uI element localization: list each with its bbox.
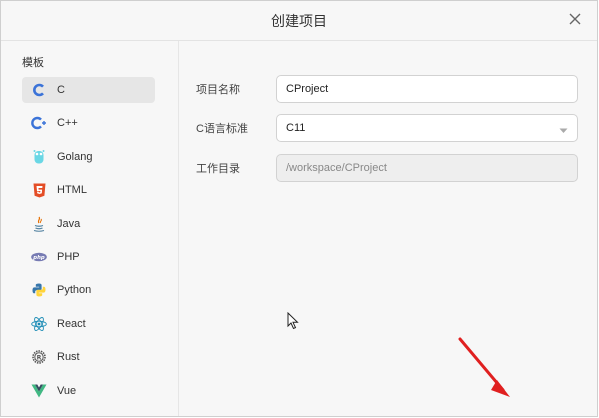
mouse-cursor-icon	[287, 311, 299, 335]
template-label: C	[57, 84, 65, 96]
template-label: Golang	[57, 150, 93, 163]
form-row-standard: C语言标准 C11	[196, 114, 578, 142]
chevron-down-icon	[559, 125, 568, 137]
project-name-input[interactable]: CProject	[276, 75, 578, 103]
template-label: Java	[57, 217, 81, 230]
project-name-label: 项目名称	[196, 84, 240, 96]
template-label: Vue	[57, 384, 77, 397]
template-item-react[interactable]: React	[22, 311, 155, 337]
template-item-vue[interactable]: Vue	[22, 378, 155, 404]
template-sidebar: 模板 C C++ Golang HTML Java php PHP Python…	[1, 41, 179, 416]
form-row-name: 项目名称 CProject	[196, 75, 578, 103]
golang-icon	[31, 149, 47, 165]
template-label: React	[57, 317, 86, 330]
template-label: Python	[57, 284, 92, 297]
html5-icon	[31, 182, 47, 198]
php-icon: php	[31, 249, 47, 265]
work-dir-label: 工作目录	[196, 163, 240, 175]
python-icon	[31, 282, 47, 298]
template-item-c[interactable]: C	[22, 77, 155, 103]
close-icon[interactable]	[567, 11, 583, 27]
dialog-title: 创建项目	[271, 12, 327, 29]
dialog-titlebar: 创建项目	[1, 1, 597, 41]
sidebar-heading: 模板	[22, 57, 44, 69]
template-item-java[interactable]: Java	[22, 211, 155, 237]
c-standard-select[interactable]: C11	[276, 114, 578, 142]
react-icon	[31, 316, 47, 332]
project-form: 项目名称 CProject C语言标准 C11 工作目录 /workspace/…	[179, 41, 597, 416]
template-label: PHP	[57, 250, 80, 263]
vue-icon	[31, 383, 47, 399]
template-item-python[interactable]: Python	[22, 277, 155, 303]
template-item-php[interactable]: php PHP	[22, 244, 155, 270]
rust-icon: R	[31, 349, 47, 365]
template-item-cpp[interactable]: C++	[22, 110, 155, 136]
c-icon	[31, 82, 47, 98]
template-item-html[interactable]: HTML	[22, 177, 155, 203]
c-standard-value: C11	[286, 122, 306, 134]
cpp-icon	[31, 115, 47, 131]
template-label: C++	[57, 117, 78, 130]
template-list: C C++ Golang HTML Java php PHP Python Re…	[22, 77, 155, 411]
java-icon	[31, 216, 47, 232]
svg-text:R: R	[37, 354, 42, 361]
template-label: HTML	[57, 184, 87, 197]
svg-text:php: php	[32, 255, 45, 261]
c-standard-label: C语言标准	[196, 123, 248, 135]
form-row-dir: 工作目录 /workspace/CProject	[196, 154, 578, 182]
template-item-rust[interactable]: R Rust	[22, 344, 155, 370]
template-label: Rust	[57, 351, 80, 364]
work-dir-input: /workspace/CProject	[276, 154, 578, 182]
annotation-arrow-icon	[455, 336, 515, 405]
template-item-golang[interactable]: Golang	[22, 144, 155, 170]
